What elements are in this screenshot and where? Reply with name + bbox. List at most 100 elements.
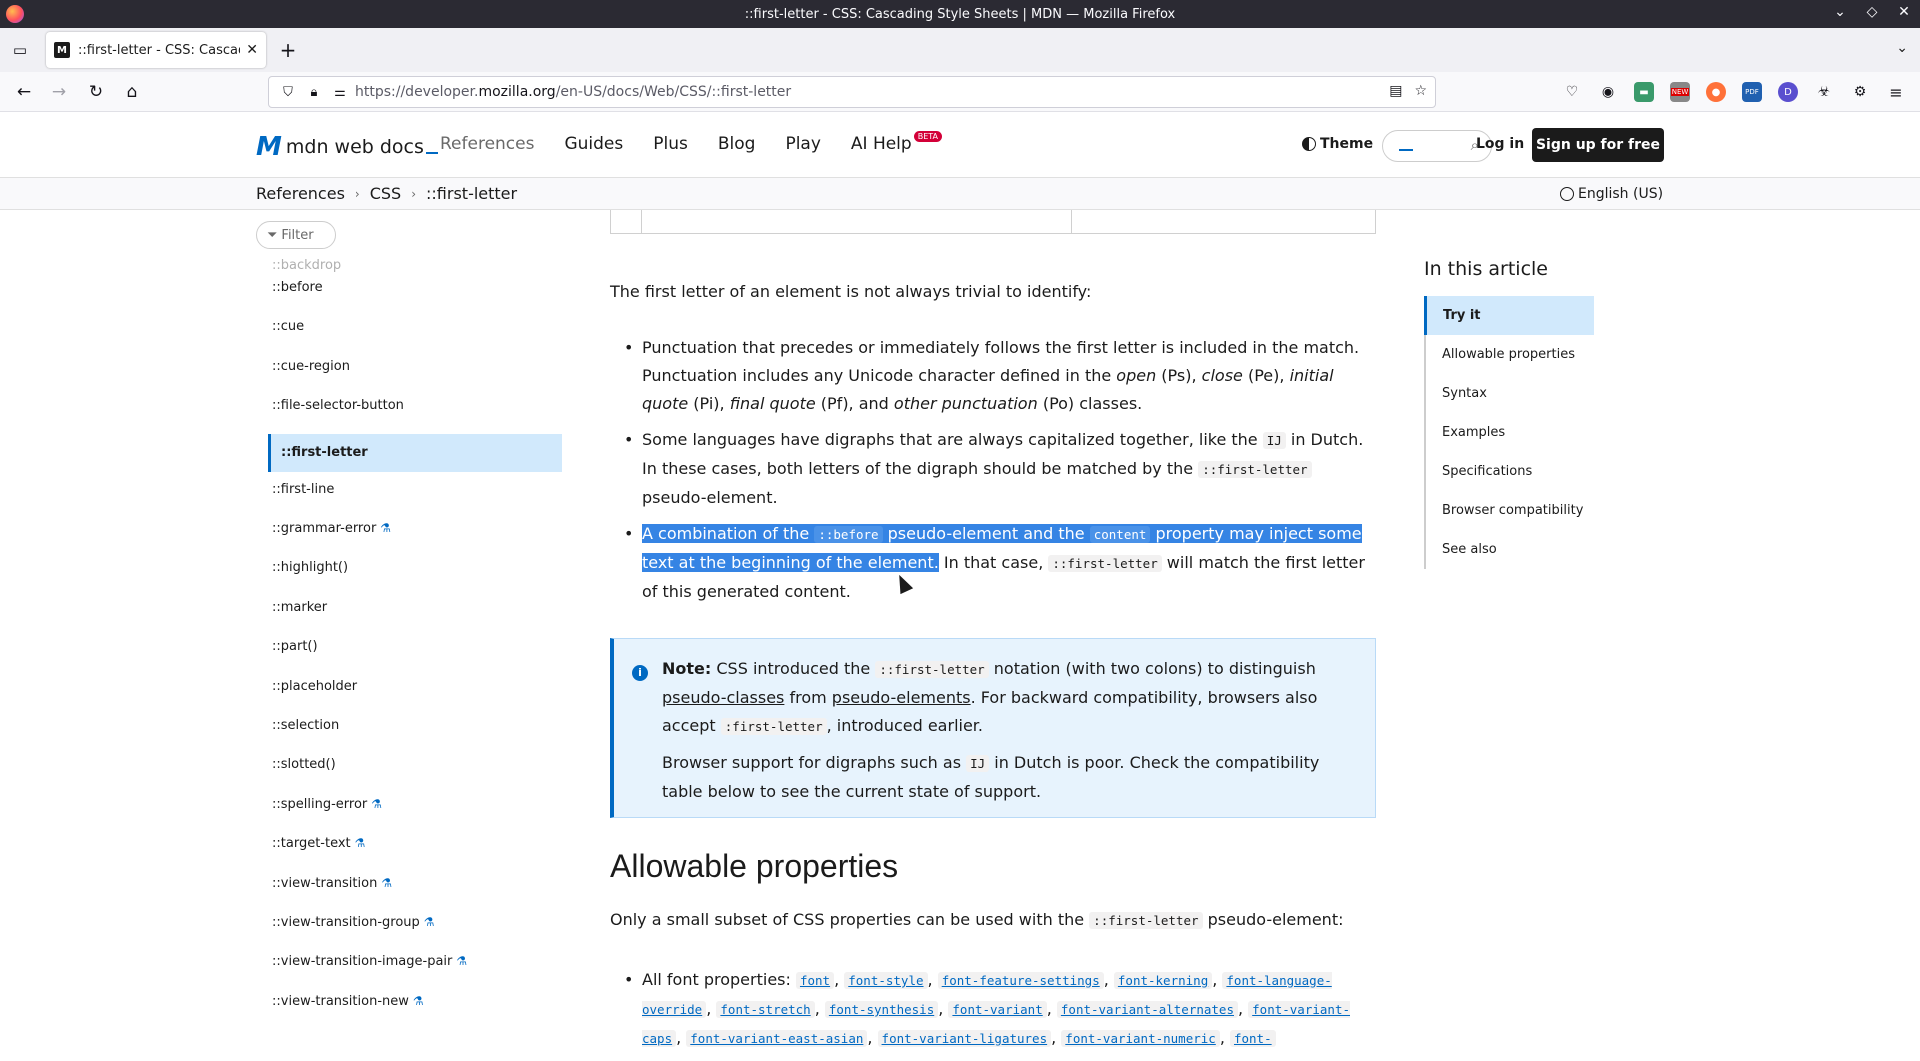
sidebar-item[interactable]: ::view-transition-group ⚗ bbox=[272, 915, 435, 930]
sidebar-item-active[interactable]: ::first-letter bbox=[268, 433, 562, 472]
nav-ai-help[interactable]: AI Help BETA bbox=[851, 131, 942, 154]
close-window-icon[interactable]: ✕ bbox=[1894, 4, 1914, 20]
shield-icon[interactable]: ⛉ bbox=[277, 85, 299, 100]
reader-view-icon[interactable]: ▤ bbox=[1389, 83, 1402, 99]
font-property-link[interactable]: font-style bbox=[844, 972, 928, 989]
url-bar[interactable]: ⛉ 🔒︎ ⚌ https://developer. mozilla.org/en-… bbox=[268, 76, 1436, 108]
bookmark-star-icon[interactable]: ☆ bbox=[1414, 83, 1427, 99]
font-property-link[interactable]: font-stretch bbox=[716, 1001, 815, 1018]
lock-icon[interactable]: 🔒︎ bbox=[303, 85, 325, 100]
text: CSS introduced the bbox=[711, 659, 876, 678]
url-path: /en-US/docs/Web/CSS/::first-letter bbox=[555, 84, 792, 100]
breadcrumb-current[interactable]: ::first-letter bbox=[426, 184, 517, 203]
forward-icon[interactable]: → bbox=[47, 80, 71, 104]
toc-item[interactable]: Examples bbox=[1426, 413, 1594, 452]
font-property-link[interactable]: font-synthesis bbox=[824, 1001, 939, 1018]
nav-plus[interactable]: Plus bbox=[653, 134, 688, 154]
extensions-puzzle-icon[interactable]: ⚙ bbox=[1850, 82, 1870, 102]
toc-item[interactable]: Specifications bbox=[1426, 452, 1594, 491]
sidebar-item-label: ::placeholder bbox=[272, 678, 358, 694]
sidebar-item[interactable]: ::before bbox=[272, 280, 323, 295]
sidebar-item[interactable]: ::slotted() bbox=[272, 757, 336, 772]
font-property-link[interactable]: font-feature-settings bbox=[937, 972, 1104, 989]
sidebar-item[interactable]: ::target-text ⚗ bbox=[272, 836, 365, 851]
firefox-view-icon[interactable]: ▭ bbox=[0, 28, 40, 72]
breadcrumb-css[interactable]: CSS bbox=[370, 184, 401, 203]
toc-item[interactable]: Try it bbox=[1424, 296, 1594, 335]
toc-item[interactable]: Syntax bbox=[1426, 374, 1594, 413]
sidebar-item-label: ::grammar-error bbox=[272, 521, 377, 536]
maximize-icon[interactable]: ◇ bbox=[1862, 4, 1882, 20]
text: open bbox=[1116, 366, 1157, 385]
sidebar-item[interactable]: ::view-transition-image-pair ⚗ bbox=[272, 954, 467, 969]
theme-button[interactable]: Theme bbox=[1302, 136, 1373, 152]
sidebar-item-label: ::part() bbox=[272, 639, 318, 655]
sidebar-item[interactable]: ::cue bbox=[272, 319, 304, 334]
hamburger-menu-icon[interactable]: ≡ bbox=[1886, 82, 1906, 102]
intro-paragraph: The first letter of an element is not al… bbox=[610, 282, 1092, 301]
nav-blog[interactable]: Blog bbox=[718, 134, 756, 154]
font-property-link[interactable]: font-variant-alternates bbox=[1056, 1001, 1238, 1018]
new-tab-button[interactable]: + bbox=[276, 38, 300, 62]
tab-close-icon[interactable]: ✕ bbox=[246, 42, 258, 58]
font-property-link[interactable]: font- bbox=[1229, 1030, 1276, 1047]
new-extension-icon[interactable]: NEW bbox=[1670, 82, 1690, 102]
sidebar-item[interactable]: ::view-transition ⚗ bbox=[272, 876, 392, 891]
mdn-logo[interactable]: M mdn web docs bbox=[256, 132, 438, 162]
pseudo-classes-link[interactable]: pseudo-classes bbox=[662, 688, 784, 707]
sidebar-filter-input[interactable]: ⏷ Filter bbox=[256, 221, 336, 249]
permissions-icon[interactable]: ⚌ bbox=[329, 85, 351, 100]
sidebar-item[interactable]: ::view-transition-new ⚗ bbox=[272, 994, 424, 1009]
account-icon[interactable]: ◉ bbox=[1598, 82, 1618, 102]
signup-button[interactable]: Sign up for free bbox=[1532, 128, 1664, 162]
duckduckgo-icon[interactable]: ● bbox=[1706, 82, 1726, 102]
sidebar-item[interactable]: ::spelling-error ⚗ bbox=[272, 797, 382, 812]
nav-references[interactable]: References bbox=[440, 134, 534, 154]
sidebar-item[interactable]: ::placeholder bbox=[272, 679, 357, 694]
breadcrumb-references[interactable]: References bbox=[256, 184, 345, 203]
pseudo-elements-link[interactable]: pseudo-elements bbox=[832, 688, 971, 707]
d-extension-icon[interactable]: D bbox=[1778, 82, 1798, 102]
toc-item[interactable]: See also bbox=[1426, 530, 1594, 569]
text: other punctuation bbox=[893, 394, 1038, 413]
article-content: The first letter of an element is not al… bbox=[610, 210, 1380, 1047]
sidebar-item[interactable]: ::marker bbox=[272, 600, 327, 615]
toc-item[interactable]: Browser compatibility bbox=[1426, 491, 1594, 530]
separator: , bbox=[706, 999, 717, 1018]
font-property-link[interactable]: font-variant bbox=[948, 1001, 1047, 1018]
sidebar-item[interactable]: ::first-line bbox=[272, 482, 334, 497]
nav-guides[interactable]: Guides bbox=[564, 134, 623, 154]
minimize-icon[interactable]: ⌄ bbox=[1830, 4, 1850, 20]
separator: , bbox=[867, 1028, 878, 1047]
sidebar-item[interactable]: ::selection bbox=[272, 718, 339, 733]
pdf-extension-icon[interactable]: PDF bbox=[1742, 82, 1762, 102]
language-switcher[interactable]: English (US) bbox=[1560, 186, 1663, 202]
home-icon[interactable]: ⌂ bbox=[120, 80, 144, 104]
tab-active[interactable]: M ::first-letter - CSS: Cascading Style … bbox=[46, 32, 266, 68]
logo-text: mdn web docs bbox=[285, 136, 424, 158]
sidebar-item-label: ::view-transition-new bbox=[272, 993, 409, 1009]
sidebar-item[interactable]: ::highlight() bbox=[272, 560, 348, 575]
font-property-link[interactable]: font-variant-numeric bbox=[1061, 1030, 1220, 1047]
sidebar-item[interactable]: ::file-selector-button bbox=[272, 398, 404, 413]
url-prefix: https://developer. bbox=[355, 84, 479, 100]
text: (Po) classes. bbox=[1037, 394, 1143, 413]
login-link[interactable]: Log in bbox=[1476, 136, 1524, 152]
sidebar-item[interactable]: ::part() bbox=[272, 639, 318, 654]
pocket-icon[interactable]: ♡ bbox=[1562, 82, 1582, 102]
breadcrumb: References › CSS › ::first-letter bbox=[256, 184, 517, 203]
sidebar-item[interactable]: ::grammar-error ⚗ bbox=[272, 521, 391, 536]
font-property-link[interactable]: font-variant-ligatures bbox=[877, 1030, 1052, 1047]
reload-icon[interactable]: ↻ bbox=[84, 80, 108, 104]
font-property-link[interactable]: font-kerning bbox=[1113, 972, 1213, 989]
bookmark-extension-icon[interactable]: ▬ bbox=[1634, 82, 1654, 102]
biohazard-extension-icon[interactable]: ☣ bbox=[1814, 82, 1834, 102]
nav-play[interactable]: Play bbox=[785, 134, 820, 154]
sidebar-item[interactable]: ::cue-region bbox=[272, 359, 350, 374]
font-property-link[interactable]: font-variant-east-asian bbox=[686, 1030, 868, 1047]
tab-list-chevron-icon[interactable]: ⌄ bbox=[1896, 40, 1908, 56]
sidebar-item-backdrop[interactable]: ::backdrop bbox=[272, 258, 341, 273]
back-icon[interactable]: ← bbox=[12, 80, 36, 104]
font-property-link[interactable]: font bbox=[795, 972, 835, 989]
toc-item[interactable]: Allowable properties bbox=[1426, 335, 1594, 374]
